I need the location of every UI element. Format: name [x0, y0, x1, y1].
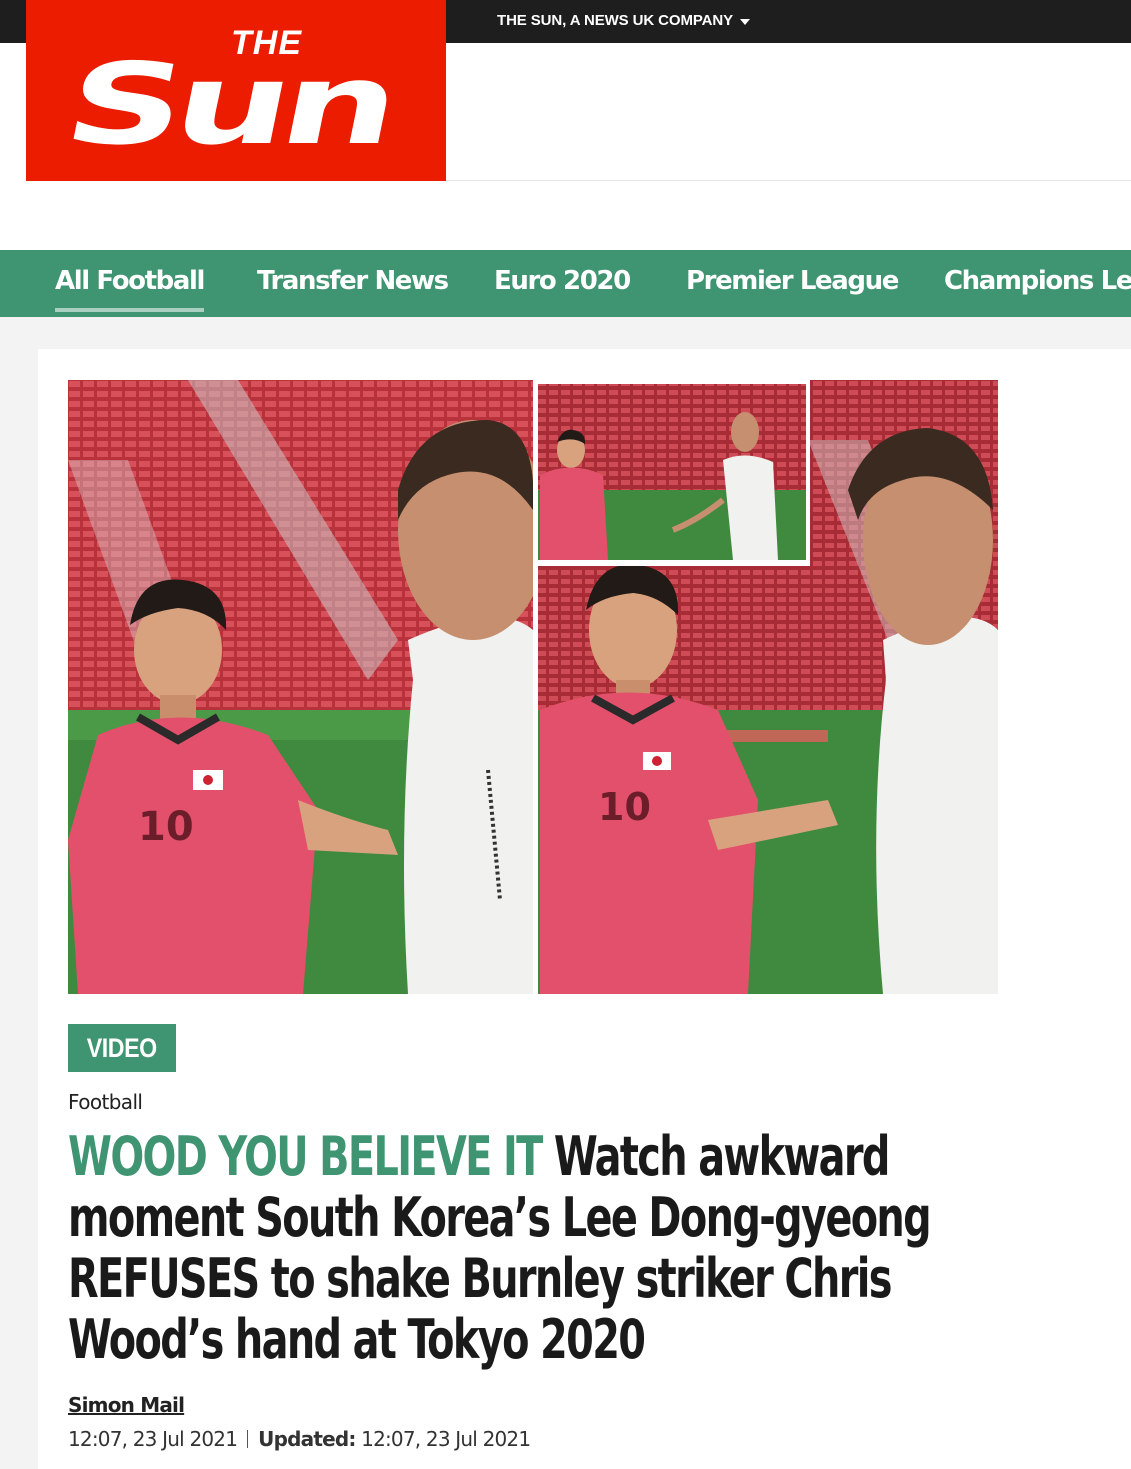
article-dateline: 12:07, 23 Jul 2021 Updated: 12:07, 23 Jul… [68, 1427, 531, 1451]
company-menu[interactable]: THE SUN, A NEWS UK COMPANY [497, 12, 751, 29]
left-panel: 10 [68, 380, 548, 994]
video-badge: VIDEO [68, 1024, 176, 1072]
inset-panel [534, 380, 810, 566]
nav-item-euro-2020[interactable]: Euro 2020 [494, 266, 631, 308]
headline-kicker: WOOD YOU BELIEVE IT [68, 1125, 543, 1188]
nav-item-champions-league[interactable]: Champions Lea [944, 266, 1131, 308]
updated-time: 12:07, 23 Jul 2021 [361, 1427, 531, 1451]
nav-item-premier-league[interactable]: Premier League [686, 266, 899, 308]
author-link[interactable]: Simon Mail [68, 1393, 185, 1417]
nav-item-all-football[interactable]: All Football [55, 266, 205, 312]
updated-label: Updated: [258, 1427, 356, 1451]
dateline-divider [247, 1430, 249, 1448]
nav-item-transfer-news[interactable]: Transfer News [257, 266, 449, 308]
logo-sun-text: Sun [54, 40, 403, 170]
article-headline: WOOD YOU BELIEVE IT Watch awkward moment… [68, 1126, 968, 1370]
section-nav: All Football Transfer News Euro 2020 Pre… [0, 250, 1131, 317]
header-divider [446, 180, 1131, 181]
company-menu-label: THE SUN, A NEWS UK COMPANY [497, 12, 734, 29]
hero-photo-collage: 10 10 [68, 380, 998, 994]
section-link[interactable]: Football [68, 1090, 143, 1114]
sun-logo-icon: THE Sun [54, 24, 403, 170]
hero-image[interactable]: 10 10 [68, 380, 998, 994]
site-logo[interactable]: THE Sun [26, 0, 446, 181]
published-time: 12:07, 23 Jul 2021 [68, 1427, 238, 1451]
jersey-number-left: 10 [138, 804, 194, 850]
chevron-down-icon [740, 18, 751, 25]
jersey-number-right: 10 [598, 785, 651, 829]
